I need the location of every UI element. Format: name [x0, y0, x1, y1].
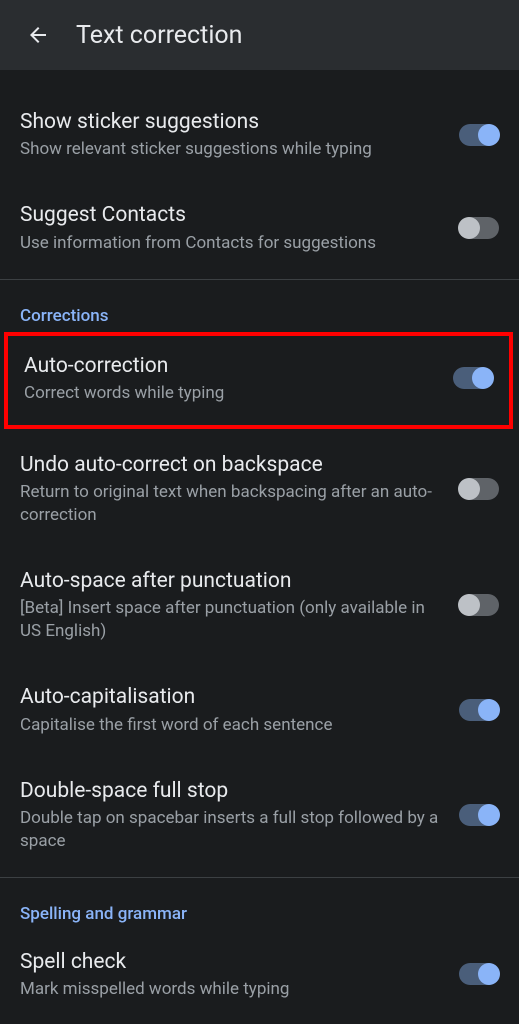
setting-subtitle: Double tap on spacebar inserts a full st…	[20, 807, 443, 853]
setting-title: Show sticker suggestions	[20, 108, 443, 136]
setting-spell-check[interactable]: Spell check Mark misspelled words while …	[0, 928, 519, 1007]
page-title: Text correction	[76, 21, 242, 50]
toggle-switch[interactable]	[459, 217, 499, 239]
toggle-thumb	[478, 804, 500, 826]
toggle-switch[interactable]	[459, 804, 499, 826]
setting-title: Auto-correction	[24, 352, 437, 380]
arrow-back-icon	[26, 23, 50, 47]
toggle-switch[interactable]	[453, 367, 493, 389]
settings-content: Show sticker suggestions Show relevant s…	[0, 70, 519, 1007]
toggle-thumb	[458, 594, 480, 616]
setting-text: Spell check Mark misspelled words while …	[20, 948, 459, 1001]
setting-subtitle: Correct words while typing	[24, 382, 437, 405]
setting-auto-correction[interactable]: Auto-correction Correct words while typi…	[4, 332, 513, 429]
setting-subtitle: Capitalise the first word of each senten…	[20, 714, 443, 737]
setting-subtitle: Use information from Contacts for sugges…	[20, 232, 443, 255]
setting-text: Auto-correction Correct words while typi…	[24, 352, 453, 405]
setting-show-sticker-suggestions[interactable]: Show sticker suggestions Show relevant s…	[0, 78, 519, 181]
toggle-thumb	[478, 963, 500, 985]
setting-title: Auto-capitalisation	[20, 683, 443, 711]
setting-title: Undo auto-correct on backspace	[20, 451, 443, 479]
setting-subtitle: Return to original text when backspacing…	[20, 481, 443, 527]
toggle-switch[interactable]	[459, 963, 499, 985]
divider	[0, 877, 519, 878]
toggle-switch[interactable]	[459, 124, 499, 146]
divider	[0, 279, 519, 280]
setting-text: Auto-space after punctuation [Beta] Inse…	[20, 567, 459, 643]
setting-text: Suggest Contacts Use information from Co…	[20, 201, 459, 254]
setting-title: Spell check	[20, 948, 443, 976]
back-button[interactable]	[18, 15, 58, 55]
setting-title: Double-space full stop	[20, 777, 443, 805]
setting-auto-space[interactable]: Auto-space after punctuation [Beta] Inse…	[0, 547, 519, 663]
toggle-switch[interactable]	[459, 478, 499, 500]
toggle-thumb	[472, 367, 494, 389]
toggle-switch[interactable]	[459, 594, 499, 616]
setting-text: Undo auto-correct on backspace Return to…	[20, 451, 459, 527]
toggle-thumb	[458, 478, 480, 500]
setting-undo-auto-correct[interactable]: Undo auto-correct on backspace Return to…	[0, 431, 519, 547]
section-header-spelling: Spelling and grammar	[0, 882, 519, 928]
setting-text: Show sticker suggestions Show relevant s…	[20, 108, 459, 161]
toggle-thumb	[478, 699, 500, 721]
setting-suggest-contacts[interactable]: Suggest Contacts Use information from Co…	[0, 181, 519, 274]
toggle-thumb	[458, 217, 480, 239]
toggle-switch[interactable]	[459, 699, 499, 721]
setting-subtitle: [Beta] Insert space after punctuation (o…	[20, 597, 443, 643]
setting-double-space-full-stop[interactable]: Double-space full stop Double tap on spa…	[0, 757, 519, 873]
setting-text: Double-space full stop Double tap on spa…	[20, 777, 459, 853]
setting-title: Auto-space after punctuation	[20, 567, 443, 595]
setting-subtitle: Show relevant sticker suggestions while …	[20, 138, 443, 161]
setting-auto-capitalisation[interactable]: Auto-capitalisation Capitalise the first…	[0, 663, 519, 756]
setting-text: Auto-capitalisation Capitalise the first…	[20, 683, 459, 736]
app-header: Text correction	[0, 0, 519, 70]
setting-title: Suggest Contacts	[20, 201, 443, 229]
section-header-corrections: Corrections	[0, 284, 519, 330]
setting-subtitle: Mark misspelled words while typing	[20, 978, 443, 1001]
toggle-thumb	[478, 124, 500, 146]
